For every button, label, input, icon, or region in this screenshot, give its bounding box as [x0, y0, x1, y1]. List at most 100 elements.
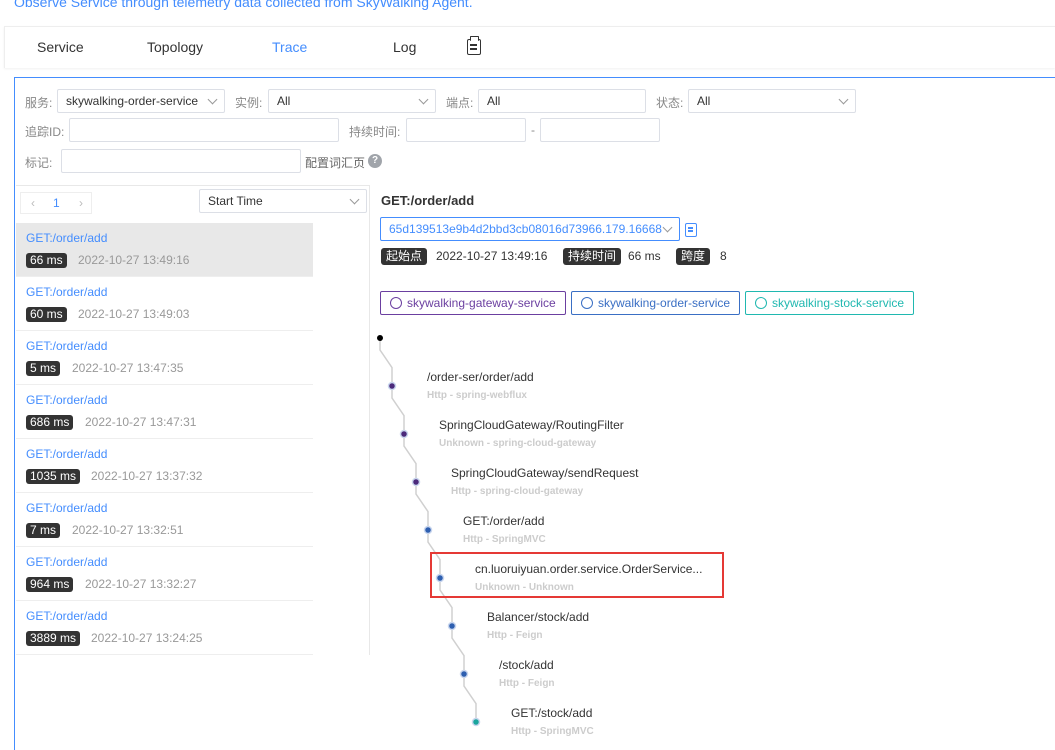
trace-start-time: 2022-10-27 13:49:03 — [78, 307, 190, 321]
trace-endpoint: GET:/order/add — [26, 231, 108, 245]
span-node-dot[interactable] — [423, 525, 433, 535]
span-node-dot[interactable] — [459, 669, 469, 679]
span-layer-component: Http - spring-webflux — [427, 390, 527, 401]
next-page-button[interactable]: › — [79, 196, 83, 210]
tags-config-link[interactable]: 配置词汇页 — [305, 154, 365, 171]
trace-list-panel: ‹ 1 › Start Time GET:/order/add 66 ms 20… — [16, 185, 370, 655]
trace-list-item[interactable]: GET:/order/add 686 ms 2022-10-27 13:47:3… — [16, 385, 313, 439]
span-tag: 跨度 — [676, 248, 711, 265]
span-connector — [415, 482, 429, 530]
service-legend-label: skywalking-gateway-service — [407, 296, 556, 310]
span-layer-component: Http - Feign — [499, 678, 555, 689]
trace-start-time: 2022-10-27 13:32:51 — [72, 523, 184, 537]
tab-trace[interactable]: Trace — [272, 39, 307, 55]
trace-list-item[interactable]: GET:/order/add 66 ms 2022-10-27 13:49:16 — [16, 223, 313, 277]
span-name[interactable]: GET:/stock/add — [511, 706, 592, 720]
span-node-dot[interactable] — [411, 477, 421, 487]
trace-endpoint: GET:/order/add — [26, 447, 108, 461]
service-select[interactable]: skywalking-order-service — [57, 89, 225, 113]
endpoint-input[interactable]: All — [478, 89, 646, 113]
service-legend-stock[interactable]: skywalking-stock-service — [745, 291, 914, 315]
span-name[interactable]: /stock/add — [499, 658, 554, 672]
trace-detail-title: GET:/order/add — [381, 193, 475, 208]
duration-badge: 60 ms — [26, 307, 67, 322]
span-connector — [403, 434, 417, 482]
span-name[interactable]: Balancer/stock/add — [487, 610, 589, 624]
circle-icon — [390, 297, 402, 309]
span-node-dot[interactable] — [399, 429, 409, 439]
span-value: 8 — [720, 249, 727, 263]
span-layer-component: Http - spring-cloud-gateway — [451, 486, 584, 497]
duration-badge: 3889 ms — [26, 631, 81, 646]
trace-endpoint: GET:/order/add — [26, 555, 108, 569]
service-legend-gateway[interactable]: skywalking-gateway-service — [380, 291, 566, 315]
root-node-dot — [377, 335, 383, 341]
service-legend-label: skywalking-stock-service — [772, 296, 905, 310]
tags-input[interactable] — [61, 149, 301, 173]
span-layer-component: Http - SpringMVC — [463, 534, 546, 545]
trace-endpoint: GET:/order/add — [26, 339, 108, 353]
instance-select-value: All — [277, 94, 291, 108]
span-node-dot[interactable] — [387, 381, 397, 391]
service-legend-order[interactable]: skywalking-order-service — [571, 291, 740, 315]
span-name[interactable]: GET:/order/add — [463, 514, 544, 528]
trace-endpoint: GET:/order/add — [26, 285, 108, 299]
duration-min-input[interactable] — [406, 118, 526, 142]
page-number[interactable]: 1 — [53, 196, 60, 210]
duration-badge: 1035 ms — [26, 469, 81, 484]
span-connector — [379, 338, 393, 386]
start-tag: 起始点 — [381, 248, 428, 265]
duration-max-input[interactable] — [540, 118, 660, 142]
help-icon[interactable]: ? — [368, 154, 382, 168]
trace-start-time: 2022-10-27 13:47:35 — [72, 361, 184, 375]
endpoint-label: 端点: — [446, 96, 474, 110]
span-layer-component: Unknown - Unknown — [475, 582, 574, 593]
tab-topology[interactable]: Topology — [147, 39, 203, 55]
service-legend-label: skywalking-order-service — [598, 296, 731, 310]
clipboard-icon[interactable] — [467, 36, 481, 55]
span-name[interactable]: SpringCloudGateway/RoutingFilter — [439, 418, 624, 432]
span-tree: /order-ser/order/add Http - spring-webflu… — [370, 320, 1055, 750]
span-node-dot[interactable] — [447, 621, 457, 631]
instance-label: 实例: — [235, 96, 263, 110]
trace-start-time: 2022-10-27 13:24:25 — [91, 631, 203, 645]
chevron-down-icon — [418, 94, 429, 105]
duration-label: 持续时间: — [349, 125, 401, 139]
trace-list-item[interactable]: GET:/order/add 60 ms 2022-10-27 13:49:03 — [16, 277, 313, 331]
service-select-value: skywalking-order-service — [66, 94, 199, 108]
duration-value: 66 ms — [628, 249, 661, 263]
span-connector — [463, 674, 477, 722]
trace-list-item[interactable]: GET:/order/add 7 ms 2022-10-27 13:32:51 — [16, 493, 313, 547]
duration-separator: - — [531, 123, 535, 137]
span-name[interactable]: SpringCloudGateway/sendRequest — [451, 466, 638, 480]
trace-list-item[interactable]: GET:/order/add 1035 ms 2022-10-27 13:37:… — [16, 439, 313, 493]
page-subtitle: Observe Service through telemetry data c… — [14, 0, 473, 10]
span-name[interactable]: cn.luoruiyuan.order.service.OrderService… — [475, 562, 702, 576]
sort-select-value: Start Time — [208, 194, 263, 208]
status-select[interactable]: All — [688, 89, 856, 113]
trace-list-item[interactable]: GET:/order/add 964 ms 2022-10-27 13:32:2… — [16, 547, 313, 601]
prev-page-button[interactable]: ‹ — [31, 196, 35, 210]
copy-document-icon[interactable] — [685, 223, 697, 237]
instance-select[interactable]: All — [268, 89, 436, 113]
duration-badge: 66 ms — [26, 253, 67, 268]
duration-badge: 7 ms — [26, 523, 61, 538]
trace-id-input[interactable] — [69, 118, 339, 142]
trace-start-time: 2022-10-27 13:37:32 — [91, 469, 203, 483]
trace-list-item[interactable]: GET:/order/add 5 ms 2022-10-27 13:47:35 — [16, 331, 313, 385]
trace-id-select[interactable]: 65d139513e9b4d2bbd3cb08016d73966.179.166… — [380, 217, 680, 241]
tags-label: 标记: — [25, 156, 53, 170]
span-connector — [451, 626, 465, 674]
duration-badge: 686 ms — [26, 415, 74, 430]
circle-icon — [581, 297, 593, 309]
tab-log[interactable]: Log — [393, 39, 416, 55]
pagination: ‹ 1 › — [20, 192, 92, 214]
span-layer-component: Unknown - spring-cloud-gateway — [439, 438, 597, 449]
span-name[interactable]: /order-ser/order/add — [427, 370, 534, 384]
sort-select[interactable]: Start Time — [199, 189, 367, 213]
chevron-down-icon — [349, 194, 360, 205]
trace-list-item[interactable]: GET:/order/add 3889 ms 2022-10-27 13:24:… — [16, 601, 313, 655]
span-node-dot[interactable] — [471, 717, 481, 727]
trace-start-time: 2022-10-27 13:47:31 — [85, 415, 197, 429]
tab-service[interactable]: Service — [37, 39, 84, 55]
